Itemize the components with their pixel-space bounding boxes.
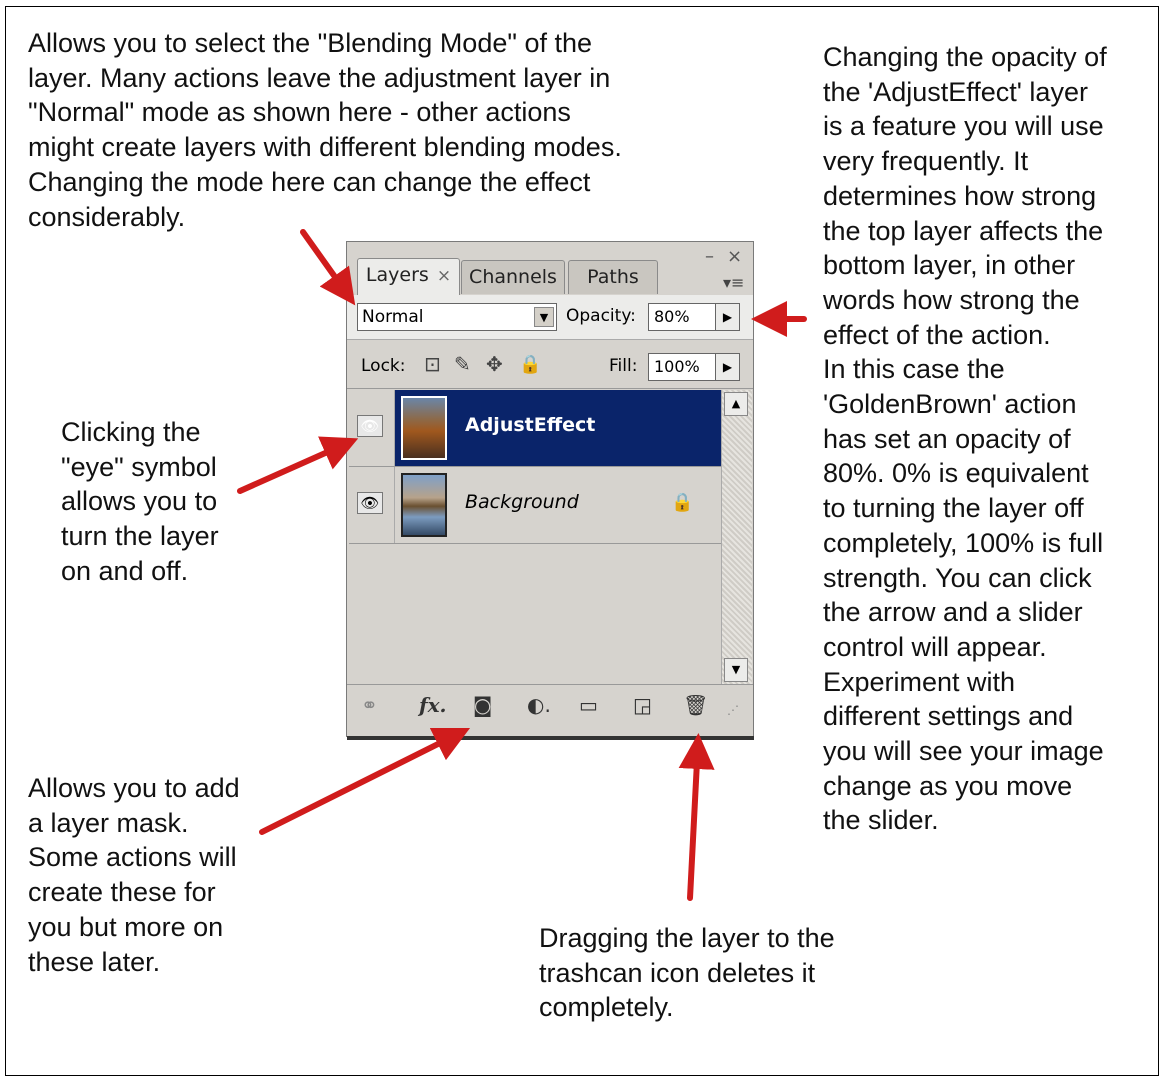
lock-position-icon[interactable]: ✥: [486, 352, 503, 376]
eye-icon[interactable]: 👁: [357, 415, 383, 437]
scroll-up-icon[interactable]: ▲: [724, 392, 748, 416]
trash-icon[interactable]: 🗑: [683, 693, 708, 717]
layer-scrollbar[interactable]: ▲ ▼: [721, 390, 752, 684]
layer-row-adjusteffect[interactable]: 👁 AdjustEffect: [349, 390, 721, 467]
fill-slider-arrow-icon[interactable]: ▶: [715, 353, 740, 381]
opacity-label: Opacity:: [566, 306, 636, 326]
layer-lock-icon: 🔒: [671, 492, 694, 513]
eye-icon[interactable]: 👁: [357, 492, 383, 514]
layer-name: Background: [465, 491, 579, 513]
new-group-folder-icon[interactable]: ▭: [579, 693, 598, 717]
panel-tab-strip: Layers × Channels Paths – × ▾≡: [347, 242, 753, 296]
layer-actions-bar: ⚭ fx. ◙ ◐. ▭ ◲ 🗑 ⋰: [347, 684, 753, 727]
layer-style-fx-icon[interactable]: fx.: [419, 693, 447, 717]
scroll-down-icon[interactable]: ▼: [724, 658, 748, 682]
dropdown-arrow-icon[interactable]: ▼: [534, 307, 554, 327]
opacity-slider-arrow-icon[interactable]: ▶: [715, 303, 740, 331]
lock-transparent-pixels-icon[interactable]: ⊡: [424, 352, 441, 376]
tab-paths[interactable]: Paths: [568, 260, 658, 294]
blend-mode-value: Normal: [362, 307, 424, 327]
layer-thumbnail: [401, 396, 447, 460]
tab-channels-label: Channels: [469, 266, 557, 288]
tab-layers[interactable]: Layers ×: [357, 258, 460, 295]
add-layer-mask-icon[interactable]: ◙: [473, 693, 492, 717]
tab-paths-label: Paths: [587, 266, 639, 288]
panel-menu-icon[interactable]: ▾≡: [723, 273, 744, 292]
resize-grip-icon[interactable]: ⋰: [727, 703, 739, 717]
layer-thumbnail: [401, 473, 447, 537]
tab-close-icon[interactable]: ×: [437, 266, 451, 286]
trashcan-note: Dragging the layer to the trashcan icon …: [539, 923, 835, 1023]
tab-channels[interactable]: Channels: [461, 260, 565, 294]
lock-all-icon[interactable]: 🔒: [519, 354, 541, 375]
visibility-cell[interactable]: 👁: [349, 390, 395, 466]
tab-layers-label: Layers: [365, 264, 429, 286]
link-layers-icon[interactable]: ⚭: [361, 693, 378, 717]
blending-mode-note: Allows you to select the "Blending Mode"…: [28, 28, 622, 232]
layer-name: AdjustEffect: [465, 414, 596, 436]
minimize-icon[interactable]: –: [705, 246, 714, 267]
layers-panel: Layers × Channels Paths – × ▾≡ Normal ▼ …: [346, 241, 754, 737]
fill-label: Fill:: [609, 356, 638, 376]
layer-mask-note: Allows you to add a layer mask. Some act…: [28, 773, 240, 977]
layer-row-background[interactable]: 👁 Background 🔒: [349, 467, 721, 544]
fill-field[interactable]: 100%: [648, 353, 716, 381]
close-icon[interactable]: ×: [727, 246, 742, 267]
panel-shadow: [347, 736, 754, 740]
blend-mode-select[interactable]: Normal ▼: [357, 303, 557, 331]
opacity-field[interactable]: 80%: [648, 303, 716, 331]
new-adjustment-layer-icon[interactable]: ◐.: [527, 693, 551, 717]
lock-image-pixels-icon[interactable]: ✎: [454, 352, 471, 376]
visibility-cell[interactable]: 👁: [349, 467, 395, 543]
eye-symbol-note: Clicking the "eye" symbol allows you to …: [61, 417, 219, 586]
new-layer-icon[interactable]: ◲: [633, 693, 652, 717]
lock-label: Lock:: [361, 356, 406, 376]
layer-list: 👁 AdjustEffect 👁 Background 🔒: [349, 390, 721, 682]
opacity-note: Changing the opacity of the 'AdjustEffec…: [823, 42, 1107, 836]
